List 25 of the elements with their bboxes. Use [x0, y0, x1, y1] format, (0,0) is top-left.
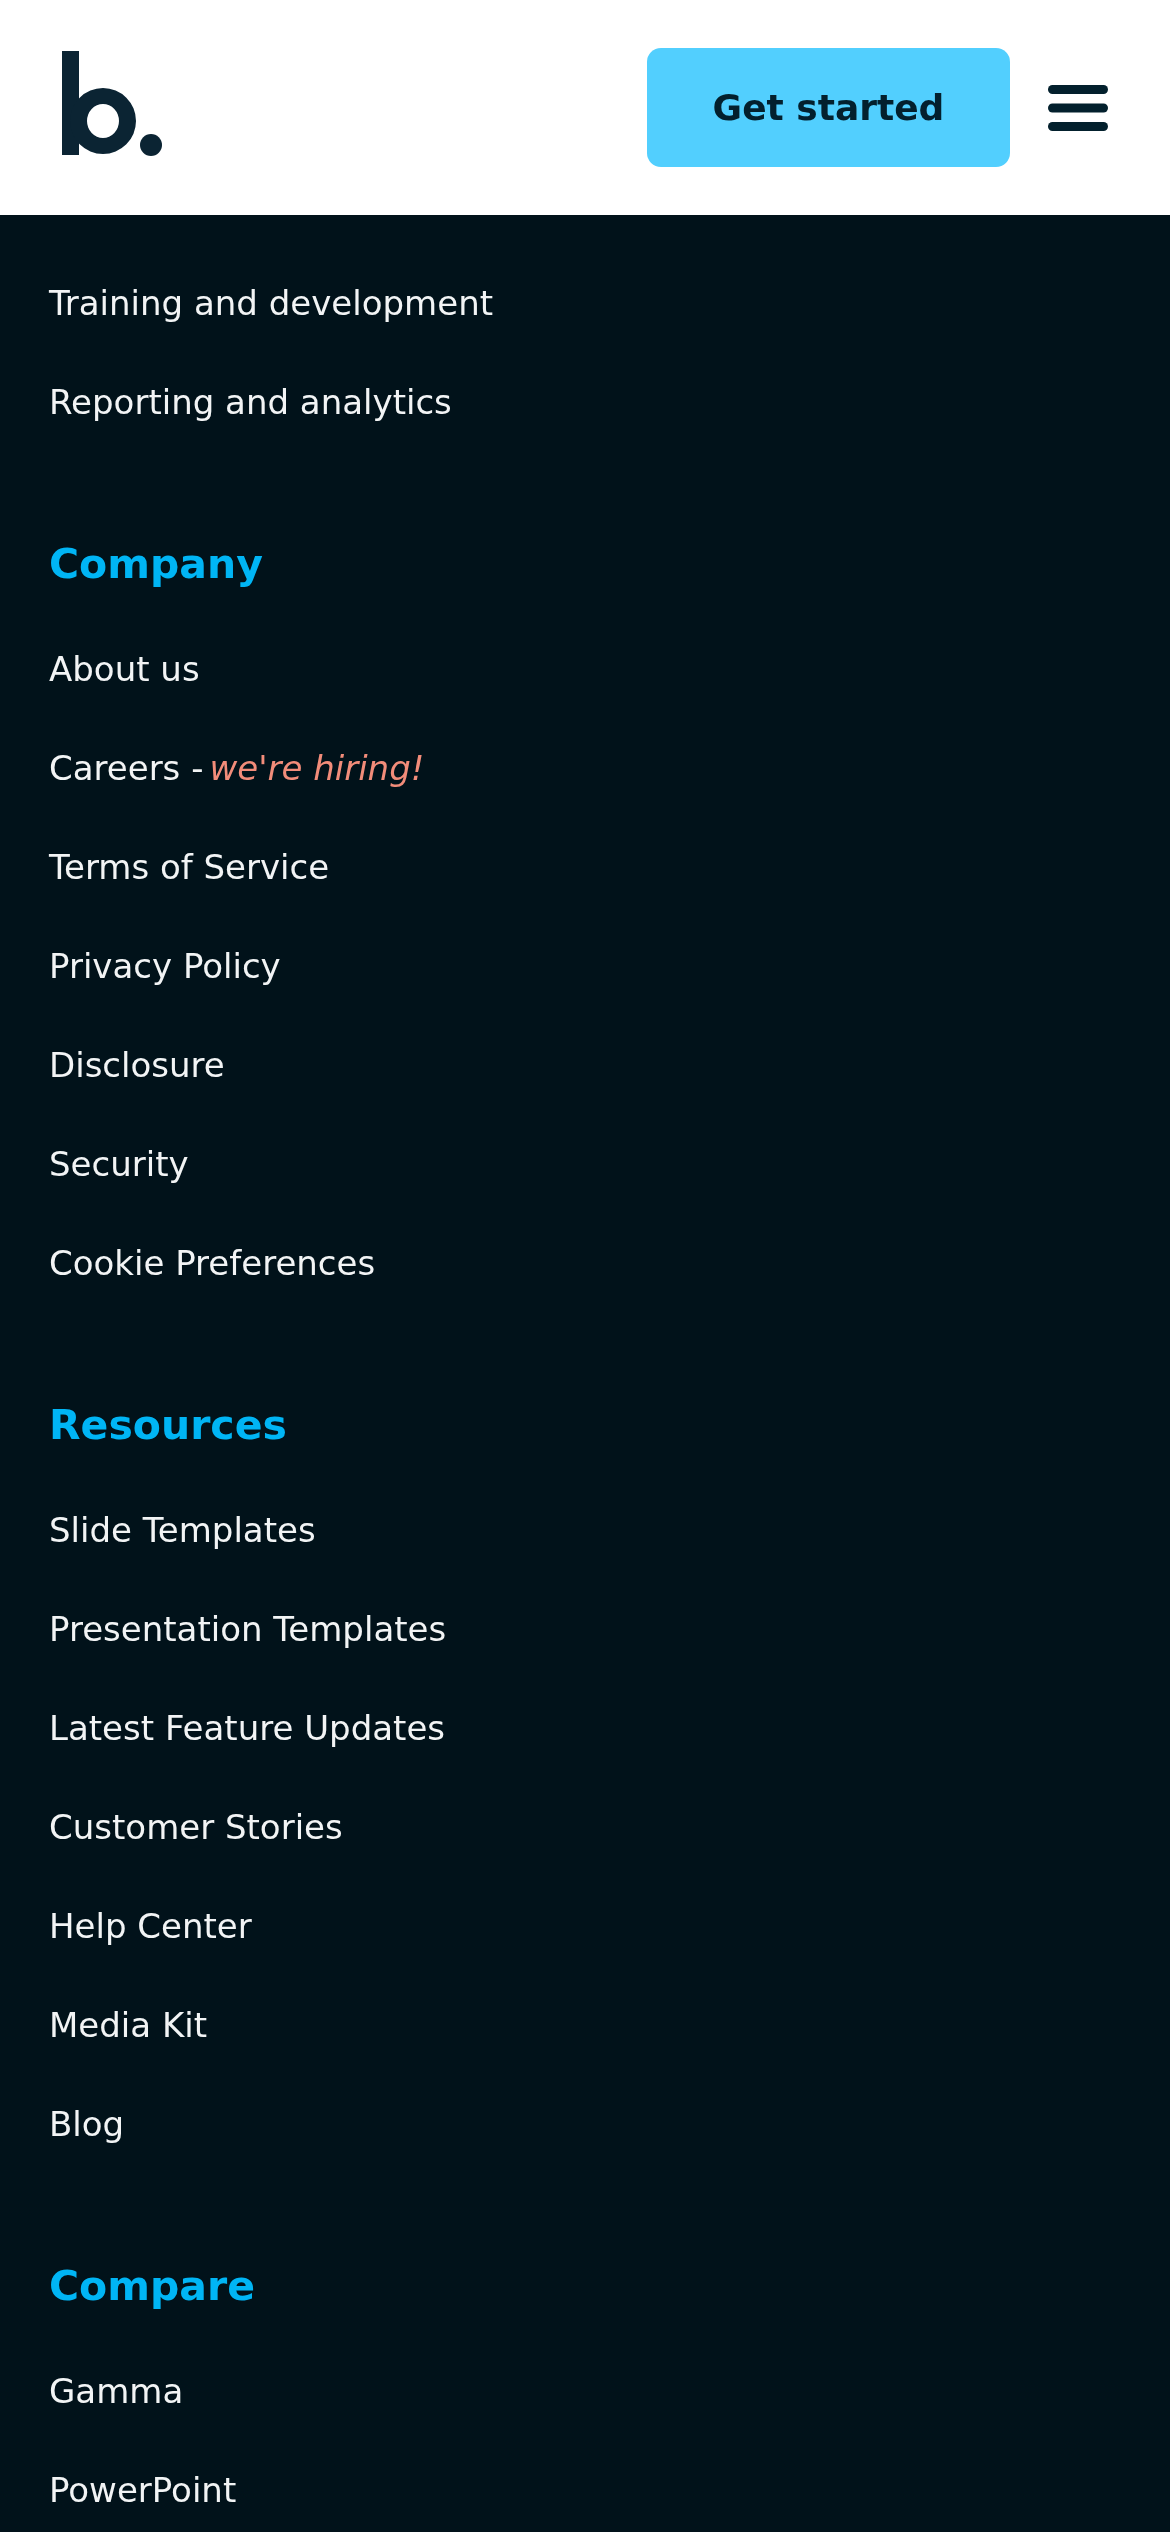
footer-link[interactable]: Latest Feature Updates — [49, 1707, 445, 1748]
footer-link[interactable]: Reporting and analytics — [49, 381, 452, 422]
section-heading: Company — [49, 539, 264, 590]
get-started-button[interactable]: Get started — [647, 48, 1010, 167]
footer-link[interactable]: Customer Stories — [49, 1806, 343, 1847]
footer-link[interactable]: Careers - — [49, 747, 204, 788]
footer-link[interactable]: Slide Templates — [49, 1509, 316, 1550]
section-heading: Compare — [49, 2261, 257, 2312]
footer-link[interactable]: Terms of Service — [49, 846, 330, 887]
hiring-note: we're hiring! — [209, 747, 425, 788]
footer-link[interactable]: Cookie Preferences — [49, 1242, 376, 1283]
footer-link[interactable]: Help Center — [49, 1905, 252, 1946]
footer-link[interactable]: About us — [49, 648, 200, 689]
footer-link[interactable]: Security — [49, 1143, 189, 1184]
footer-link[interactable]: Media Kit — [49, 2004, 207, 2045]
footer-link[interactable]: Disclosure — [49, 1044, 225, 1085]
footer-link[interactable]: PowerPoint — [49, 2469, 237, 2510]
footer-link[interactable]: Gamma — [49, 2370, 184, 2411]
menu-icon[interactable] — [1048, 84, 1108, 131]
section-heading: Resources — [49, 1400, 288, 1451]
footer-link[interactable]: Training and development — [49, 282, 494, 323]
footer-link[interactable]: Blog — [49, 2103, 125, 2144]
footer-link[interactable]: Privacy Policy — [49, 945, 281, 986]
footer-link[interactable]: Presentation Templates — [49, 1608, 447, 1649]
logo-icon[interactable] — [62, 50, 162, 157]
